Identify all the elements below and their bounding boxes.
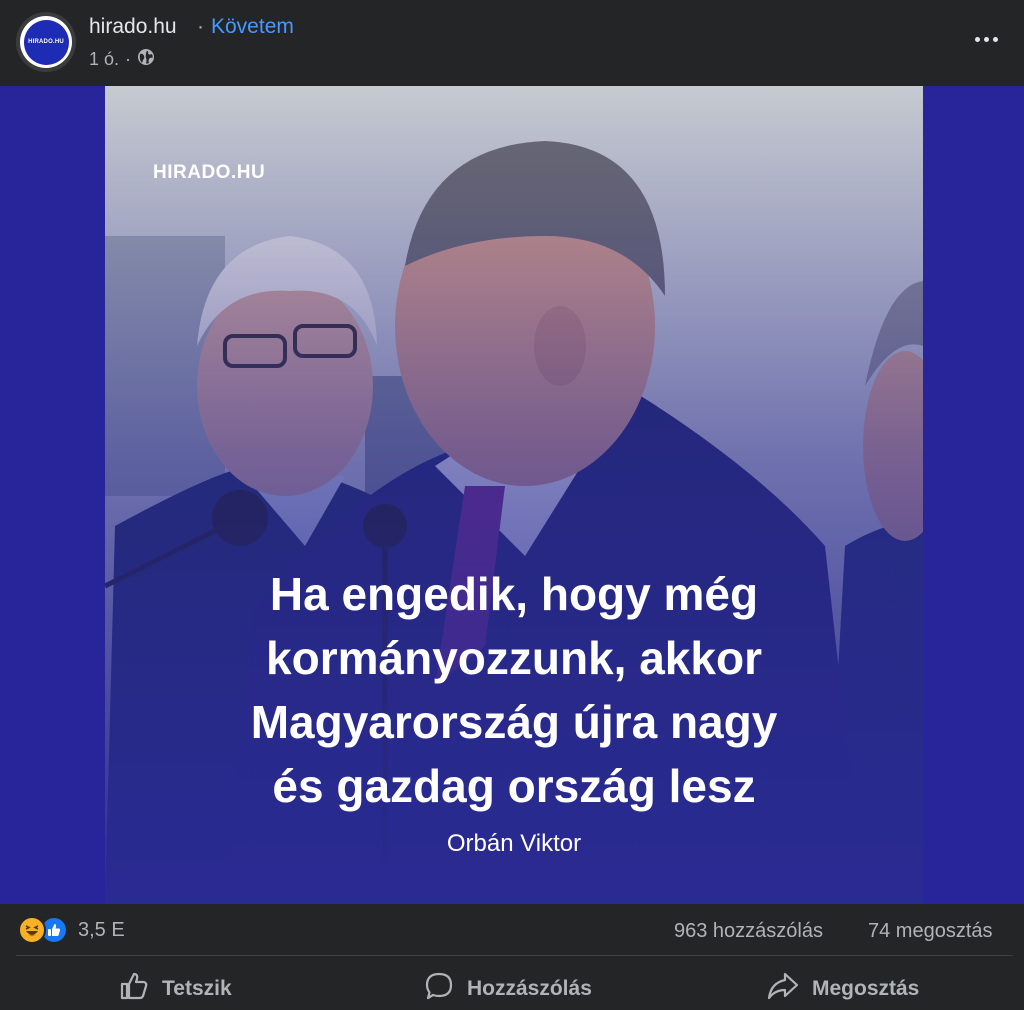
share-arrow-icon (766, 970, 800, 1008)
share-label: Megosztás (812, 977, 920, 1000)
post-photo[interactable]: HIRADO.HU Ha engedik, hogy még kormányoz… (105, 86, 923, 904)
more-dots-icon[interactable] (966, 24, 1006, 54)
comment-button[interactable]: Hozzászólás (423, 970, 592, 1008)
haha-icon (18, 916, 46, 944)
post-header: HIRADO.HU hirado.hu · Követem 1 ó. · (0, 0, 1024, 86)
avatar-logo-text: HIRADO.HU (23, 19, 69, 65)
post-actions: Tetszik Hozzászólás Megosztás (0, 956, 1024, 1010)
post-media: HIRADO.HU Ha engedik, hogy még kormányoz… (0, 86, 1024, 904)
post-time[interactable]: 1 ó. (89, 49, 119, 70)
like-label: Tetszik (162, 977, 232, 1000)
name-separator: · (197, 15, 204, 38)
post-stats: 3,5 E 963 hozzászólás 74 megosztás (0, 904, 1024, 956)
avatar-ring: HIRADO.HU (20, 16, 72, 68)
image-quote: Ha engedik, hogy még kormányozzunk, akko… (105, 562, 923, 818)
reaction-count: 3,5 E (78, 918, 125, 941)
quote-line: és gazdag ország lesz (272, 760, 756, 812)
thumbs-up-icon (118, 970, 150, 1008)
reactions-summary[interactable]: 3,5 E (18, 916, 125, 944)
share-button[interactable]: Megosztás (766, 970, 919, 1008)
quote-author: Orbán Viktor (446, 830, 582, 857)
shares-count-link[interactable]: 74 megosztás (868, 920, 993, 943)
page-avatar[interactable]: HIRADO.HU (16, 12, 76, 72)
quote-line: Ha engedik, hogy még (269, 568, 759, 620)
comments-count-link[interactable]: 963 hozzászólás (674, 920, 823, 943)
meta-separator: · (125, 49, 132, 69)
post-meta: 1 ó. · (89, 48, 155, 71)
globe-icon (137, 48, 155, 71)
quote-line: Magyarország újra nagy (250, 696, 778, 748)
page-name-link[interactable]: hirado.hu (89, 15, 177, 39)
quote-line: kormányozzunk, akkor (266, 632, 762, 684)
comment-label: Hozzászólás (467, 977, 592, 1000)
like-button[interactable]: Tetszik (118, 970, 232, 1008)
follow-button[interactable]: Követem (211, 15, 294, 39)
image-watermark: HIRADO.HU (153, 162, 266, 183)
comment-bubble-icon (423, 970, 455, 1008)
